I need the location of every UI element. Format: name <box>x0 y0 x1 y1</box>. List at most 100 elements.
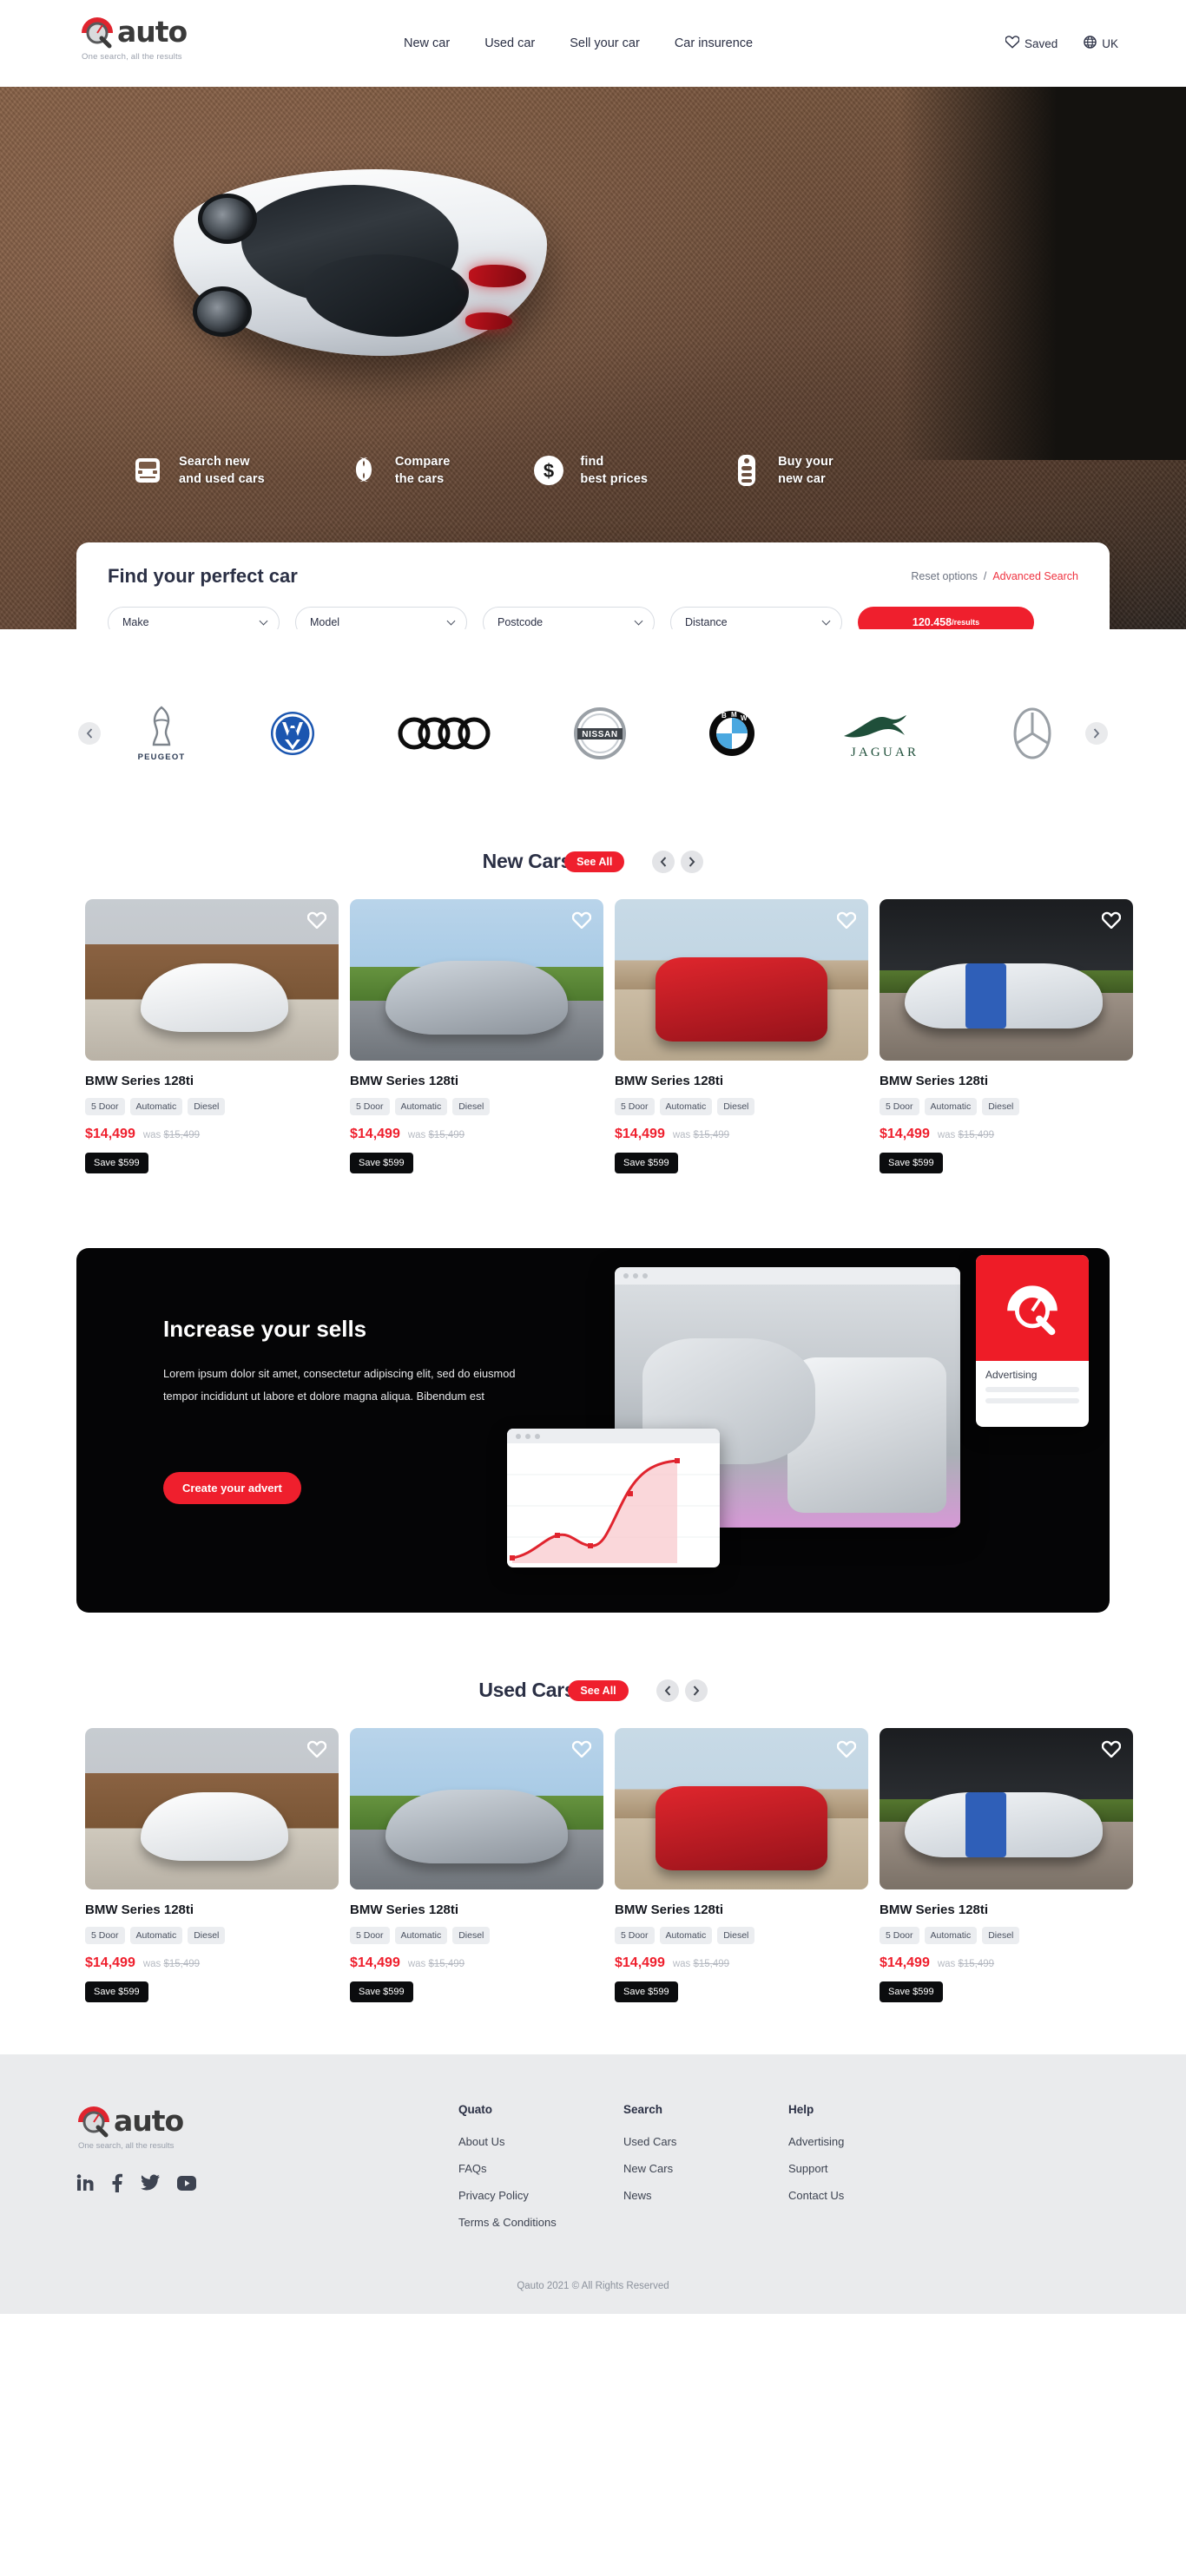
brand-carousel: PEUGEOT NISSAN B M W JAGUAR <box>0 629 1186 838</box>
heart-icon[interactable] <box>571 911 592 930</box>
twitter-icon[interactable] <box>141 2174 160 2196</box>
footer-link-about-us[interactable]: About Us <box>458 2135 623 2148</box>
hero-feature-search[interactable]: Search new and used cars <box>128 451 265 490</box>
new-cars-section: New Cars See All BMW Series 128ti 5 Door… <box>0 838 1186 1173</box>
car-save-badge: Save $599 <box>615 1981 678 2002</box>
car-old-price: $15,499 <box>428 1959 465 1969</box>
car-old-price: $15,499 <box>958 1959 995 1969</box>
car-price: $14,499 <box>85 1127 135 1141</box>
hero-feature-compare[interactable]: Compare the cars <box>345 451 451 490</box>
saved-button[interactable]: Saved <box>1005 36 1058 51</box>
used-cars-see-all-button[interactable]: See All <box>568 1679 629 1701</box>
saved-label: Saved <box>1024 36 1058 50</box>
new-cars-list: BMW Series 128ti 5 Door Automatic Diesel… <box>0 873 1186 1173</box>
car-card[interactable]: BMW Series 128ti 5 Door Automatic Diesel… <box>615 899 868 1173</box>
footer-link-faqs[interactable]: FAQs <box>458 2162 623 2175</box>
brand-audi[interactable] <box>397 702 492 765</box>
was-label: was <box>407 1130 426 1140</box>
brand-mercedes[interactable] <box>1013 702 1051 765</box>
car-front-icon <box>128 451 167 490</box>
window-dot-icon <box>642 1273 648 1278</box>
car-card[interactable]: BMW Series 128ti 5 Door Automatic Diesel… <box>350 899 603 1173</box>
chip-transmission: Automatic <box>394 1098 448 1115</box>
hero-section: Search new and used cars Compare the cars … <box>0 87 1186 629</box>
brand-carousel-prev[interactable] <box>78 722 101 745</box>
car-spec-chips: 5 Door Automatic Diesel <box>880 1927 1133 1944</box>
brand-carousel-next[interactable] <box>1085 722 1108 745</box>
footer-link-contact-us[interactable]: Contact Us <box>788 2189 953 2202</box>
nav-item-car-insurance[interactable]: Car insurence <box>675 36 753 50</box>
car-old-price: $15,499 <box>693 1130 730 1140</box>
window-dot-icon <box>623 1273 629 1278</box>
heart-icon[interactable] <box>571 1740 592 1758</box>
nav-item-new-car[interactable]: New car <box>404 36 450 50</box>
car-price: $14,499 <box>85 1955 135 1970</box>
youtube-icon[interactable] <box>177 2175 196 2195</box>
brand-volkswagen[interactable] <box>269 702 316 765</box>
footer-column-heading: Quato <box>458 2103 492 2116</box>
footer-link-advertising[interactable]: Advertising <box>788 2135 953 2148</box>
brand-jaguar[interactable]: JAGUAR <box>837 702 932 765</box>
footer-link-terms-conditions[interactable]: Terms & Conditions <box>458 2216 623 2229</box>
hero-feature-buy[interactable]: Buy your new car <box>728 451 833 490</box>
footer-logo-wordmark: auto <box>114 2103 184 2138</box>
distance-select[interactable]: Distance <box>670 607 842 629</box>
car-card[interactable]: BMW Series 128ti 5 Door Automatic Diesel… <box>85 899 339 1173</box>
car-save-badge: Save $599 <box>615 1153 678 1173</box>
window-dot-icon <box>535 1433 540 1439</box>
heart-icon[interactable] <box>1101 911 1122 930</box>
advertising-banner: Increase your sells Lorem ipsum dolor si… <box>76 1248 1110 1613</box>
footer-link-privacy-policy[interactable]: Privacy Policy <box>458 2189 623 2202</box>
used-cars-header: Used Cars See All <box>0 1666 1186 1702</box>
heart-icon[interactable] <box>1101 1740 1122 1758</box>
svg-text:M: M <box>731 711 737 719</box>
footer-link-new-cars[interactable]: New Cars <box>623 2162 788 2175</box>
footer-logo[interactable]: auto <box>76 2103 450 2138</box>
window-dot-icon <box>516 1433 521 1439</box>
footer-link-news[interactable]: News <box>623 2189 788 2202</box>
region-selector[interactable]: UK <box>1084 36 1118 51</box>
brand-nissan[interactable]: NISSAN <box>573 702 627 765</box>
model-select[interactable]: Model <box>295 607 467 629</box>
heart-icon[interactable] <box>306 1740 327 1758</box>
car-price: $14,499 <box>350 1127 400 1141</box>
car-image <box>615 1728 868 1889</box>
car-card[interactable]: BMW Series 128ti 5 Door Automatic Diesel… <box>880 1728 1133 2002</box>
car-price: $14,499 <box>350 1955 400 1970</box>
car-key-icon <box>728 451 766 490</box>
linkedin-icon[interactable] <box>76 2174 94 2196</box>
car-save-badge: Save $599 <box>85 1981 148 2002</box>
hero-feature-prices[interactable]: $ find best prices <box>530 451 648 490</box>
header-logo[interactable]: auto One search, all the results <box>80 14 188 62</box>
used-cars-next-button[interactable] <box>684 1679 708 1702</box>
footer-link-support[interactable]: Support <box>788 2162 953 2175</box>
car-card[interactable]: BMW Series 128ti 5 Door Automatic Diesel… <box>350 1728 603 2002</box>
svg-text:W: W <box>741 714 748 722</box>
new-cars-prev-button[interactable] <box>652 850 675 873</box>
brand-peugeot[interactable]: PEUGEOT <box>135 702 188 765</box>
car-card[interactable]: BMW Series 128ti 5 Door Automatic Diesel… <box>880 899 1133 1173</box>
new-cars-see-all-button[interactable]: See All <box>564 851 625 872</box>
results-count: 120.458 <box>912 616 952 628</box>
hero-feature-prices-label: find best prices <box>580 455 649 486</box>
nav-item-sell-your-car[interactable]: Sell your car <box>570 36 640 50</box>
search-results-button[interactable]: 120.458/results <box>858 607 1034 629</box>
heart-icon[interactable] <box>836 1740 857 1758</box>
used-cars-prev-button[interactable] <box>656 1679 679 1702</box>
create-advert-button[interactable]: Create your advert <box>163 1472 301 1504</box>
advanced-search-link[interactable]: Advanced Search <box>992 570 1078 582</box>
facebook-icon[interactable] <box>111 2173 123 2197</box>
brand-bmw[interactable]: B M W <box>708 702 756 765</box>
car-card[interactable]: BMW Series 128ti 5 Door Automatic Diesel… <box>85 1728 339 2002</box>
heart-icon[interactable] <box>306 911 327 930</box>
heart-icon[interactable] <box>836 911 857 930</box>
footer-logo-tagline: One search, all the results <box>78 2141 175 2151</box>
speedometer-search-icon <box>80 14 115 49</box>
postcode-select[interactable]: Postcode <box>483 607 655 629</box>
make-select[interactable]: Make <box>108 607 280 629</box>
new-cars-next-button[interactable] <box>681 850 704 873</box>
reset-options-link[interactable]: Reset options <box>911 570 977 582</box>
car-card[interactable]: BMW Series 128ti 5 Door Automatic Diesel… <box>615 1728 868 2002</box>
nav-item-used-car[interactable]: Used car <box>484 36 535 50</box>
footer-link-used-cars[interactable]: Used Cars <box>623 2135 788 2148</box>
